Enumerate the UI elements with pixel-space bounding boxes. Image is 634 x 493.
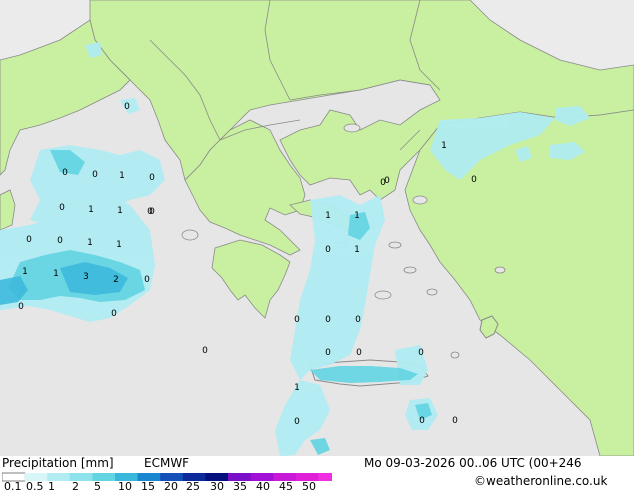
scale-swatch xyxy=(318,473,332,481)
station-value: 0 xyxy=(149,173,155,183)
station-value: 0 xyxy=(294,315,300,325)
station-value: 0 xyxy=(18,302,24,312)
scale-tick-label: 25 xyxy=(186,480,200,493)
map-canvas: 00 0 1 00 1 1 00 0 1 11 1 3 2 0001 10 10 00 0 00 0 010 0 00100 xyxy=(0,0,634,456)
scale-tick-label: 0.1 xyxy=(4,480,22,493)
station-value: 0 xyxy=(57,236,63,246)
precipitation-map: 0001001100011113200011010000000010000100 xyxy=(0,0,634,456)
station-value: 0 xyxy=(124,102,130,112)
station-value: 1 xyxy=(117,206,123,216)
scale-tick-label: 0.5 xyxy=(26,480,44,493)
station-value: 0 xyxy=(59,203,65,213)
station-value: 1 xyxy=(354,245,360,255)
station-value: 1 xyxy=(53,269,59,279)
station-value: 2 xyxy=(113,275,119,285)
station-value: 0 xyxy=(355,315,361,325)
model-name: ECMWF xyxy=(144,456,190,470)
station-value: 0 xyxy=(471,175,477,185)
station-value: 1 xyxy=(22,267,28,277)
station-value: 0 xyxy=(62,168,68,178)
station-value: 1 xyxy=(325,211,331,221)
scale-tick-label: 30 xyxy=(210,480,224,493)
station-value: 0 xyxy=(325,245,331,255)
station-value: 0 xyxy=(111,309,117,319)
scale-tick-label: 15 xyxy=(141,480,155,493)
scale-tick-label: 40 xyxy=(256,480,270,493)
station-value: 0 xyxy=(202,346,208,356)
station-value: 3 xyxy=(83,272,89,282)
station-value: 0 xyxy=(325,348,331,358)
legend-title: Precipitation [mm] xyxy=(2,456,114,470)
scale-tick-label: 50 xyxy=(302,480,316,493)
station-value: 1 xyxy=(441,141,447,151)
station-value: 0 xyxy=(26,235,32,245)
station-value: 0 xyxy=(149,207,155,217)
station-value: 0 xyxy=(144,275,150,285)
station-value: 1 xyxy=(119,171,125,181)
station-value: 0 xyxy=(380,178,386,188)
scale-tick-label: 1 xyxy=(48,480,55,493)
scale-tick-label: 35 xyxy=(233,480,247,493)
station-value: 0 xyxy=(452,416,458,426)
station-value: 0 xyxy=(419,416,425,426)
scale-tick-label: 2 xyxy=(72,480,79,493)
legend-bar: Precipitation [mm] ECMWF Mo 09-03-2026 0… xyxy=(0,456,634,493)
station-value: 0 xyxy=(418,348,424,358)
station-value: 0 xyxy=(294,417,300,427)
station-value: 0 xyxy=(92,170,98,180)
scale-tick-label: 10 xyxy=(118,480,132,493)
station-value: 0 xyxy=(356,348,362,358)
station-value: 1 xyxy=(88,205,94,215)
station-value: 1 xyxy=(87,238,93,248)
scale-tick-label: 45 xyxy=(279,480,293,493)
credit-link[interactable]: ©weatheronline.co.uk xyxy=(474,474,607,488)
forecast-datetime: Mo 09-03-2026 00..06 UTC (00+246 xyxy=(364,456,582,470)
station-value: 1 xyxy=(116,240,122,250)
scale-tick-label: 5 xyxy=(94,480,101,493)
station-value: 0 xyxy=(325,315,331,325)
station-value: 1 xyxy=(354,211,360,221)
station-value: 1 xyxy=(294,383,300,393)
scale-tick-label: 20 xyxy=(164,480,178,493)
